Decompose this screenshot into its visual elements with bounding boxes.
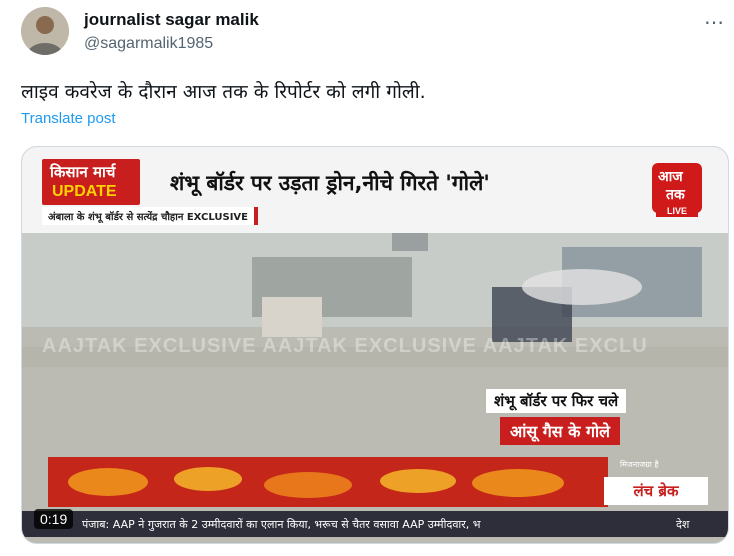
video-headline: शंभू बॉर्डर पर उड़ता ड्रोन,नीचे गिरते 'ग… (170, 171, 490, 195)
news-ticker: पंजाब: AAP ने गुजरात के 2 उम्मीदवारों का… (22, 511, 728, 537)
video-watermark: AAJTAK EXCLUSIVE AAJTAK EXCLUSIVE AAJTAK… (42, 335, 648, 357)
reporter-tag: अंबाला के शंभू बॉर्डर से सत्येंद्र चौहान… (42, 207, 259, 225)
badge-line1: किसान मार्च (50, 163, 116, 181)
ticker-text: पंजाब: AAP ने गुजरात के 2 उम्मीदवारों का… (82, 518, 481, 531)
kisan-march-badge: किसान मार्च UPDATE (42, 159, 140, 205)
live-badge: LIVE (656, 205, 698, 217)
author-handle[interactable]: @sagarmalik1985 (84, 35, 213, 53)
video-player[interactable]: किसान मार्च UPDATE शंभू बॉर्डर पर उड़ता … (21, 146, 729, 544)
ticker-section: देश (676, 518, 690, 531)
channel-logo-line1: आज (658, 169, 683, 185)
translate-post-link[interactable]: Translate post (21, 110, 116, 127)
channel-logo-line2: तक (666, 187, 685, 203)
avatar-image (21, 7, 69, 55)
more-horizontal-icon[interactable]: ⋯ (704, 10, 725, 35)
lunch-break-label: लंच ब्रेक (604, 477, 708, 505)
author-avatar[interactable] (21, 7, 69, 55)
fire-graphic-bar (48, 457, 608, 507)
lower-third-line2: आंसू गैस के गोले (500, 417, 620, 445)
lower-third-line1: शंभू बॉर्डर पर फिर चले (486, 389, 627, 413)
video-timestamp: 0:19 (34, 509, 74, 529)
side-label: मिजनाजग्रा है (620, 460, 659, 469)
lower-third: शंभू बॉर्डर पर फिर चले आंसू गैस के गोले (466, 385, 686, 449)
tweet-text: लाइव कवरेज के दौरान आज तक के रिपोर्टर को… (21, 81, 426, 103)
author-name[interactable]: journalist sagar malik (84, 10, 259, 30)
badge-line2: UPDATE (52, 183, 117, 200)
